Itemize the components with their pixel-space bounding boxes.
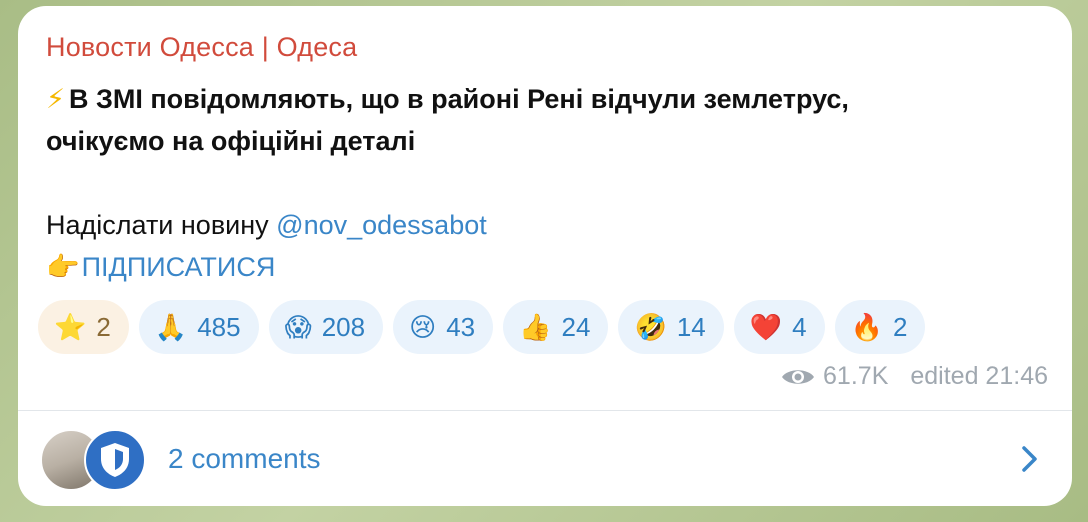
message-text: ⚡ В ЗМІ повідомляють, що в районі Рені ві… <box>46 78 1046 288</box>
reaction-scream[interactable]: 😱 208 <box>268 300 384 354</box>
thumbs-up-icon: 👍 <box>519 312 552 342</box>
reaction-pray[interactable]: 🙏 485 <box>138 300 259 354</box>
lightning-icon: ⚡ <box>46 84 65 114</box>
reaction-count: 2 <box>96 311 111 342</box>
reaction-cry[interactable]: 😢 43 <box>393 300 494 354</box>
avatar <box>84 428 146 491</box>
rofl-face-icon: 🤣 <box>634 312 667 342</box>
bot-link[interactable]: @nov_odessabot <box>276 210 487 240</box>
headline-part-2: очікуємо на офіційні деталі <box>46 126 416 156</box>
subscribe-link[interactable]: ПІДПИСАТИСЯ <box>82 252 276 282</box>
eye-icon <box>782 369 815 384</box>
comments-label: 2 comments <box>168 442 321 474</box>
comments-button[interactable]: 2 comments <box>18 411 1072 506</box>
edited-timestamp: edited 21:46 <box>910 362 1048 390</box>
reaction-star[interactable]: ⭐ 2 <box>38 300 129 354</box>
message-line-1: ⚡ В ЗМІ повідомляють, що в районі Рені ві… <box>46 78 1046 120</box>
pointing-hand-icon: 👉 <box>46 252 80 282</box>
send-news-text: Надіслати новину <box>46 210 277 240</box>
reaction-count: 485 <box>197 311 241 342</box>
message-meta: 61.7K edited 21:46 <box>781 362 1048 391</box>
fire-icon: 🔥 <box>850 312 883 342</box>
message-bubble: Новости Одесса | Одеса ⚡ В ЗМІ повідомляю… <box>18 6 1072 506</box>
reaction-fire[interactable]: 🔥 2 <box>834 300 926 354</box>
reaction-thumbs-up[interactable]: 👍 24 <box>503 300 609 354</box>
reaction-count: 24 <box>561 311 591 342</box>
reaction-count: 2 <box>892 311 908 342</box>
reaction-count: 208 <box>321 311 366 342</box>
reaction-rofl[interactable]: 🤣 14 <box>618 300 724 354</box>
praying-hands-icon: 🙏 <box>154 312 188 342</box>
reaction-heart[interactable]: ❤️ 4 <box>733 300 825 354</box>
send-news-line: Надіслати новину @nov_odessabot <box>46 204 1046 246</box>
chevron-right-icon <box>1022 446 1037 472</box>
reaction-count: 14 <box>676 311 706 342</box>
shield-icon <box>101 442 129 477</box>
message-line-2: очікуємо на офіційні деталі <box>46 120 1046 162</box>
headline-part-1: В ЗМІ повідомляють, що в районі Рені від… <box>68 84 849 114</box>
heart-icon: ❤️ <box>749 312 783 342</box>
star-icon: ⭐ <box>54 312 87 342</box>
view-count: 61.7K <box>823 362 889 390</box>
reactions-bar: ⭐ 2 🙏 485 😱 208 😢 43 👍 24 🤣 14 ❤️ 4 🔥 2 <box>38 300 926 354</box>
commenter-avatars <box>40 428 150 491</box>
reaction-count: 4 <box>792 311 807 342</box>
channel-name[interactable]: Новости Одесса | Одеса <box>46 32 357 63</box>
screaming-face-icon: 😱 <box>284 312 312 342</box>
subscribe-line: 👉ПІДПИСАТИСЯ <box>46 246 1046 288</box>
reaction-count: 43 <box>446 311 476 342</box>
crying-face-icon: 😢 <box>409 312 437 342</box>
